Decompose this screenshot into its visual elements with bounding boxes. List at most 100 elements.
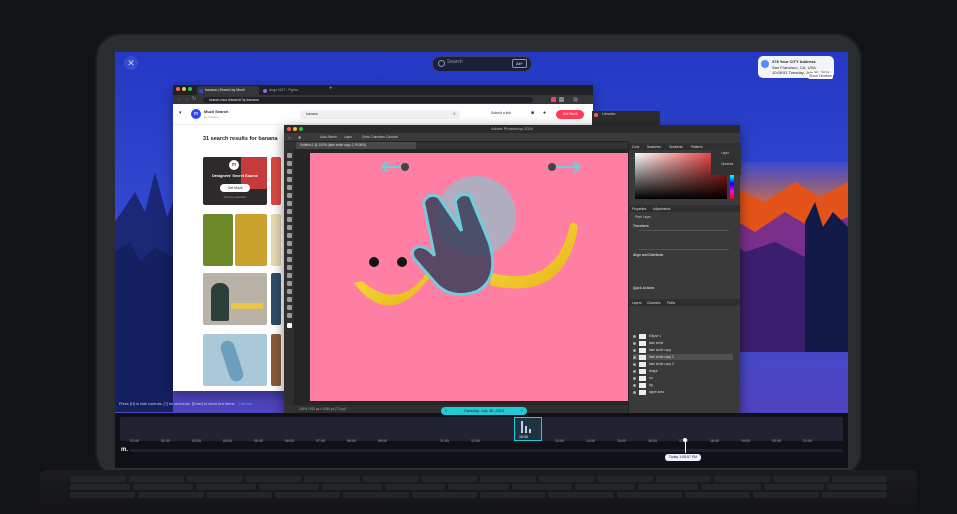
date-selector[interactable]: ‹ Tuesday, July 30, 2024 › [441,407,527,415]
tab-channels[interactable]: Channels [647,301,660,305]
visibility-icon[interactable] [633,383,636,387]
document-tab[interactable]: Untitled-1 @ 100% (fake smile copy 2, RG… [296,142,416,149]
lasso-tool-icon[interactable] [286,169,292,174]
visibility-icon[interactable] [633,369,636,373]
transform-fields[interactable] [639,230,729,250]
forward-icon[interactable]: → [184,96,189,102]
layer-row[interactable]: fake smile [633,340,733,346]
new-tab-icon[interactable]: + [329,86,333,92]
muzli-search-input[interactable]: banana [300,110,460,119]
gradient-tool-icon[interactable] [286,249,292,254]
frame-tool-icon[interactable] [286,193,292,198]
crop-tool-icon[interactable] [286,185,292,190]
next-day-icon[interactable]: › [518,407,526,415]
promo-get-button[interactable]: Get Muzli [220,184,250,192]
shape-tool-icon[interactable] [286,297,292,302]
tab-layers[interactable]: Layers [632,301,642,305]
show-timeline-button[interactable]: Show Timeline [808,73,833,79]
result-thumbnail[interactable] [235,214,267,266]
blur-tool-icon[interactable] [286,257,292,262]
result-thumbnail[interactable] [271,214,281,266]
browser-tab-muzli[interactable]: banana | Search by Muzli [197,86,259,95]
tab-color[interactable]: Color [632,145,640,149]
global-search-input[interactable]: Search Alt+ [432,56,532,72]
result-thumbnail[interactable] [203,334,267,386]
layer-row[interactable]: fake smile copy [633,347,733,353]
layer-row[interactable]: bg [633,382,733,388]
browser-tab-figma[interactable]: Ango NUT - Figma [261,86,323,95]
minimize-window-dot[interactable] [182,87,186,91]
visibility-icon[interactable] [633,348,636,352]
layer-row[interactable]: apple area [633,389,733,395]
visibility-icon[interactable] [633,390,636,394]
history-brush-icon[interactable] [286,233,292,238]
layer-row-selected[interactable]: fake smile copy 2 [633,354,733,360]
dismiss-hint-link[interactable]: Dismiss [239,402,252,406]
document-canvas[interactable] [310,153,631,401]
stamp-tool-icon[interactable] [286,225,292,230]
visibility-icon[interactable] [633,341,636,345]
timeline-strip[interactable]: 01:00 02:00 03:00 04:00 05:00 06:00 07:0… [120,417,843,443]
dodge-tool-icon[interactable] [286,265,292,270]
tab-adjustments[interactable]: Adjustments [653,207,671,211]
healing-tool-icon[interactable] [286,209,292,214]
eraser-tool-icon[interactable] [286,241,292,246]
visibility-icon[interactable] [633,355,636,359]
result-thumbnail[interactable] [203,214,233,266]
tab-gradients[interactable]: Gradients [669,145,683,149]
path-select-icon[interactable] [286,289,292,294]
move-tool-icon[interactable]: ✥ [298,135,301,140]
hand-tool-icon[interactable] [286,305,292,310]
layer-row[interactable]: nu [633,375,733,381]
promo-card[interactable]: m Designers' Secret Source Get Muzli Chr… [203,157,267,205]
select-tool-icon[interactable] [286,177,292,182]
type-tool-icon[interactable] [286,281,292,286]
muzli-logo[interactable]: m [191,109,201,119]
marquee-tool-icon[interactable] [286,161,292,166]
timeline-selected-window[interactable]: 10:00 [514,417,542,441]
extension-icon[interactable] [551,97,556,102]
back-icon[interactable]: ← [177,96,182,102]
auto-select-label[interactable]: Auto-Select: [320,135,337,139]
layer-row[interactable]: fake smile copy 3 [633,361,733,367]
close-overlay-button[interactable]: ✕ [124,56,138,70]
url-input[interactable]: search.muz.li/search?q=banana [203,96,533,103]
tab-patterns[interactable]: Patterns [691,145,703,149]
transform-controls-checkbox[interactable]: Show Transform Controls [362,135,398,139]
home-icon[interactable]: ⌂ [288,135,290,140]
tab-properties[interactable]: Properties [632,207,647,211]
layer-panel-button[interactable]: Layer [721,151,729,155]
result-thumbnail[interactable] [271,334,281,386]
layer-row[interactable]: shape [633,368,733,374]
reload-icon[interactable]: ↻ [192,96,196,102]
foreground-color-swatch[interactable] [286,323,292,328]
profile-avatar[interactable] [573,97,578,102]
extension-icon[interactable] [559,97,564,102]
timeline-scrubber[interactable] [130,449,843,452]
visibility-icon[interactable] [633,334,636,338]
result-thumbnail[interactable] [271,273,281,325]
search-icon[interactable]: ⌕ [453,111,456,117]
user-icon[interactable]: ● [543,110,546,116]
close-window-dot[interactable] [176,87,180,91]
layer-filter-controls[interactable] [633,309,733,327]
app-logo[interactable]: m. [121,447,128,453]
bookmark-icon[interactable]: ■ [531,110,534,116]
layer-row[interactable]: Ellipse 1 [633,333,733,339]
visibility-icon[interactable] [633,376,636,380]
menu-icon[interactable]: ▾ [179,110,182,116]
layer-dropdown[interactable]: Layer [344,135,352,139]
tab-paths[interactable]: Paths [667,301,675,305]
move-tool-icon[interactable] [286,153,292,158]
prev-day-icon[interactable]: ‹ [442,407,450,415]
close-window-dot[interactable] [594,113,598,117]
get-muzli-button[interactable]: Get Muzli [556,110,584,119]
zoom-tool-icon[interactable] [286,313,292,318]
libraries-panel-button[interactable]: Libraries [721,162,733,166]
maximize-window-dot[interactable] [188,87,192,91]
result-thumbnail[interactable] [271,157,281,205]
submit-link[interactable]: Submit a link [491,111,511,115]
pen-tool-icon[interactable] [286,273,292,278]
brush-tool-icon[interactable] [286,217,292,222]
eyedropper-tool-icon[interactable] [286,201,292,206]
